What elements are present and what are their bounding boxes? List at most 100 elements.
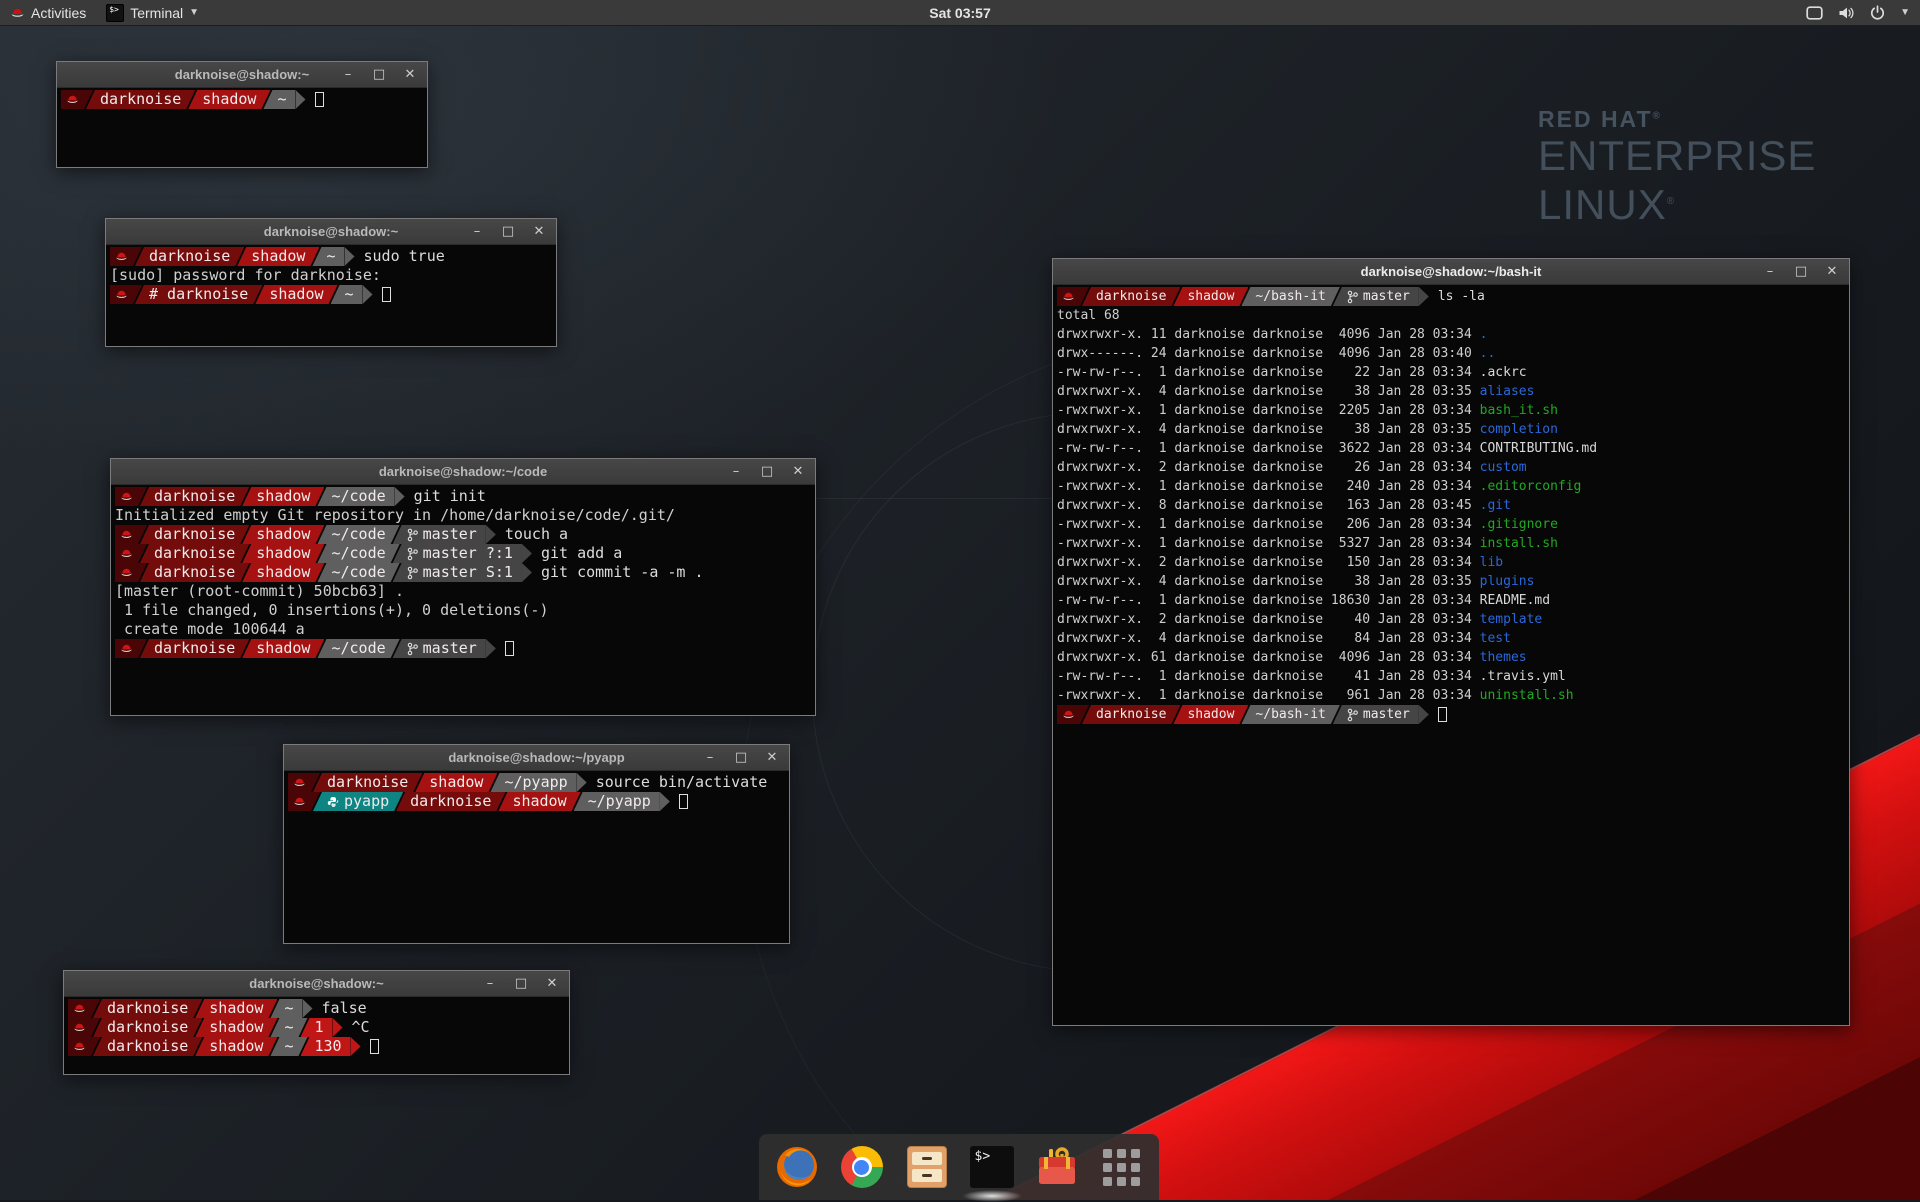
activities-button[interactable]: Activities [0, 0, 96, 25]
app-menu-terminal[interactable]: $> Terminal ▼ [96, 0, 209, 25]
close-button[interactable]: ✕ [765, 745, 779, 771]
minimize-button[interactable]: – [341, 62, 355, 88]
prompt-user-segment: darknoise [140, 487, 249, 506]
prompt-user-segment: darknoise [135, 247, 244, 266]
redhat-prompt-icon [293, 796, 306, 807]
terminal-line: darknoiseshadow~/bash-itmasterls -la [1057, 287, 1849, 306]
chrome-icon[interactable] [839, 1144, 885, 1190]
maximize-button[interactable]: □ [734, 745, 748, 771]
terminal-line: drwxrwxr-x. 4 darknoise darknoise 38 Jan… [1057, 420, 1849, 439]
file-name: . [1480, 327, 1488, 342]
close-button[interactable]: ✕ [1825, 259, 1839, 285]
firefox-icon[interactable] [774, 1144, 820, 1190]
redhat-prompt-icon [1062, 291, 1075, 302]
terminal-line: drwxrwxr-x. 11 darknoise darknoise 4096 … [1057, 325, 1849, 344]
terminal-line: -rwxrwxr-x. 1 darknoise darknoise 961 Ja… [1057, 686, 1849, 705]
terminal-cursor [382, 287, 391, 302]
file-name: .git [1480, 498, 1511, 513]
prompt-user-segment: darknoise [140, 639, 249, 658]
prompt-host-segment: shadow [255, 285, 337, 304]
terminal-dock-icon[interactable]: $> [969, 1144, 1015, 1190]
minimize-button[interactable]: – [703, 745, 717, 771]
minimize-button[interactable]: – [470, 219, 484, 245]
titlebar[interactable]: darknoise@shadow:~ – □ ✕ [106, 219, 556, 245]
redhat-logo-icon [10, 7, 25, 19]
terminal-cursor [1438, 707, 1447, 722]
terminal-line: pyappdarknoiseshadow~/pyapp [288, 792, 789, 811]
terminal-window-home-2: darknoise@shadow:~ – □ ✕ darknoiseshadow… [63, 970, 570, 1075]
git-branch-icon [407, 566, 418, 580]
terminal-cursor [370, 1039, 379, 1054]
terminal-window-pyapp: darknoise@shadow:~/pyapp – □ ✕ darknoise… [283, 744, 790, 944]
terminal-line: -rw-rw-r--. 1 darknoise darknoise 41 Jan… [1057, 667, 1849, 686]
window-title: darknoise@shadow:~/bash-it [1053, 264, 1849, 279]
terminal-cursor [679, 794, 688, 809]
maximize-button[interactable]: □ [1794, 259, 1808, 285]
terminal-content[interactable]: darknoiseshadow~/pyappsource bin/activat… [284, 771, 789, 943]
prompt-host-segment: shadow [195, 999, 277, 1018]
close-button[interactable]: ✕ [532, 219, 546, 245]
minimize-button[interactable]: – [483, 971, 497, 997]
titlebar[interactable]: darknoise@shadow:~ – □ ✕ [64, 971, 569, 997]
minimize-button[interactable]: – [729, 459, 743, 485]
file-manager-icon[interactable] [904, 1144, 950, 1190]
show-applications-icon[interactable] [1099, 1144, 1145, 1190]
terminal-app-icon: $> [106, 4, 124, 22]
prompt-user-segment: darknoise [1082, 705, 1180, 724]
prompt-path-segment: ~/code [317, 544, 399, 563]
prompt-host-segment: shadow [1173, 287, 1248, 306]
prompt-arrow [296, 90, 306, 109]
close-button[interactable]: ✕ [545, 971, 559, 997]
file-name: install.sh [1480, 536, 1558, 551]
minimize-button[interactable]: – [1763, 259, 1777, 285]
toolbox-icon[interactable] [1034, 1144, 1080, 1190]
terminal-cursor [315, 92, 324, 107]
file-name: completion [1480, 422, 1558, 437]
gnome-top-bar: Activities $> Terminal ▼ Sat 03:57 ▼ [0, 0, 1920, 26]
clock[interactable]: Sat 03:57 [0, 5, 1920, 21]
terminal-line: darknoiseshadow~ [61, 90, 427, 109]
terminal-content[interactable]: darknoiseshadow~/codegit initInitialized… [111, 485, 815, 715]
terminal-line: darknoiseshadow~/codemastertouch a [115, 525, 815, 544]
wallpaper-line [800, 498, 1055, 499]
maximize-button[interactable]: □ [514, 971, 528, 997]
running-indicator [962, 1190, 1022, 1202]
terminal-line: -rw-rw-r--. 1 darknoise darknoise 18630 … [1057, 591, 1849, 610]
prompt-user-segment: darknoise [86, 90, 195, 109]
command-text: git init [414, 487, 486, 506]
terminal-line: 1 file changed, 0 insertions(+), 0 delet… [115, 601, 815, 620]
prompt-path-segment: ~/pyapp [490, 773, 576, 792]
rhel-brand-logo: RED HAT® ENTERPRISE LINUX® [1538, 106, 1816, 228]
command-text: git commit -a -m . [541, 563, 704, 582]
git-branch-icon [407, 528, 418, 542]
titlebar[interactable]: darknoise@shadow:~ – □ ✕ [57, 62, 427, 88]
system-status-area[interactable]: ▼ [1806, 0, 1920, 25]
titlebar[interactable]: darknoise@shadow:~/code – □ ✕ [111, 459, 815, 485]
prompt-git-segment: master [393, 639, 486, 658]
close-button[interactable]: ✕ [403, 62, 417, 88]
redhat-prompt-icon [120, 567, 133, 578]
file-name: CONTRIBUTING.md [1480, 441, 1597, 456]
terminal-content[interactable]: darknoiseshadow~ [57, 88, 427, 167]
maximize-button[interactable]: □ [760, 459, 774, 485]
command-text: ^C [352, 1018, 370, 1037]
prompt-arrow [351, 1037, 361, 1056]
file-name: plugins [1480, 574, 1535, 589]
titlebar[interactable]: darknoise@shadow:~/bash-it – □ ✕ [1053, 259, 1849, 285]
prompt-git-segment: master [393, 525, 486, 544]
terminal-line: -rwxrwxr-x. 1 darknoise darknoise 5327 J… [1057, 534, 1849, 553]
terminal-window-home-1: darknoise@shadow:~ – □ ✕ darknoiseshadow… [56, 61, 428, 168]
prompt-user-segment: darknoise [140, 563, 249, 582]
terminal-content[interactable]: darknoiseshadow~/bash-itmasterls -latota… [1053, 285, 1849, 1025]
maximize-button[interactable]: □ [372, 62, 386, 88]
terminal-line: darknoiseshadow~/codemaster ?:1git add a [115, 544, 815, 563]
maximize-button[interactable]: □ [501, 219, 515, 245]
prompt-host-segment: shadow [242, 639, 324, 658]
titlebar[interactable]: darknoise@shadow:~/pyapp – □ ✕ [284, 745, 789, 771]
prompt-arrow [1419, 287, 1429, 306]
close-button[interactable]: ✕ [791, 459, 805, 485]
terminal-content[interactable]: darknoiseshadow~sudo true[sudo] password… [106, 245, 556, 346]
prompt-git-segment: master [1333, 287, 1419, 306]
prompt-arrow [577, 773, 587, 792]
terminal-content[interactable]: darknoiseshadow~falsedarknoiseshadow~1^C… [64, 997, 569, 1074]
